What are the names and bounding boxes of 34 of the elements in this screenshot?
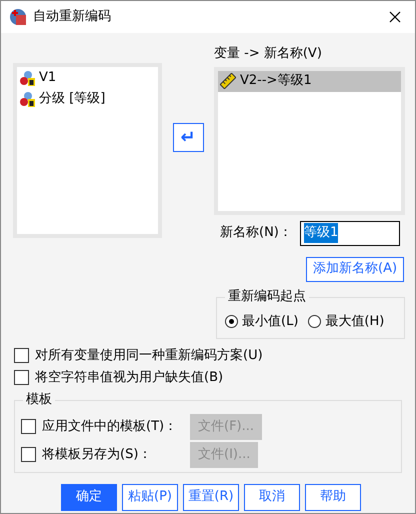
- add-name-button[interactable]: 添加新名称(A): [306, 256, 404, 282]
- close-icon: [389, 11, 401, 24]
- checkbox-label: 应用文件中的模板(T)：: [42, 418, 178, 436]
- checkbox-label: 将模板另存为(S)：: [42, 446, 152, 464]
- variable-item[interactable]: V1: [39, 68, 56, 88]
- group-title: 模板: [23, 392, 55, 408]
- radio-button[interactable]: [308, 315, 322, 328]
- target-list-label: 变量 -> 新名称(V): [214, 45, 323, 63]
- variable-item-label: V2-->等级1: [240, 72, 312, 90]
- move-button[interactable]: ↵: [172, 123, 204, 152]
- dialog-button[interactable]: 取消: [244, 484, 300, 510]
- nominal-variable-icon: [19, 90, 35, 106]
- group-title: 重新编码起点: [225, 288, 309, 304]
- dialog-button[interactable]: 帮助: [305, 484, 361, 510]
- nominal-variable-icon: [19, 70, 35, 86]
- window-title: 自动重新编码: [33, 8, 112, 26]
- ruler-icon: [220, 73, 236, 89]
- variable-item-row[interactable]: V2-->等级1: [218, 70, 401, 92]
- checkbox-label: 对所有变量使用同一种重新编码方案(U): [35, 346, 263, 365]
- dialog-button[interactable]: 粘贴(P): [122, 484, 178, 510]
- target-variable-list[interactable]: V2-->等级1: [214, 66, 405, 214]
- radio-label: 最大值(H): [325, 312, 384, 331]
- radio-button[interactable]: [225, 315, 238, 328]
- new-name-field[interactable]: 等级1: [300, 220, 400, 246]
- app-icon: [9, 8, 27, 26]
- new-name-label: 新名称(N)：: [220, 224, 293, 242]
- variable-item[interactable]: 分级 [等级]: [39, 88, 106, 108]
- dialog-button[interactable]: 重置(R): [183, 484, 239, 510]
- checkbox[interactable]: [14, 348, 29, 363]
- source-variable-list[interactable]: V1 分级 [等级]: [13, 63, 162, 238]
- dialog-button[interactable]: 确定: [61, 484, 117, 510]
- radio-label: 最小值(L): [242, 312, 298, 331]
- checkbox-label: 将空字符串值视为用户缺失值(B): [35, 368, 224, 387]
- checkbox[interactable]: [14, 370, 29, 385]
